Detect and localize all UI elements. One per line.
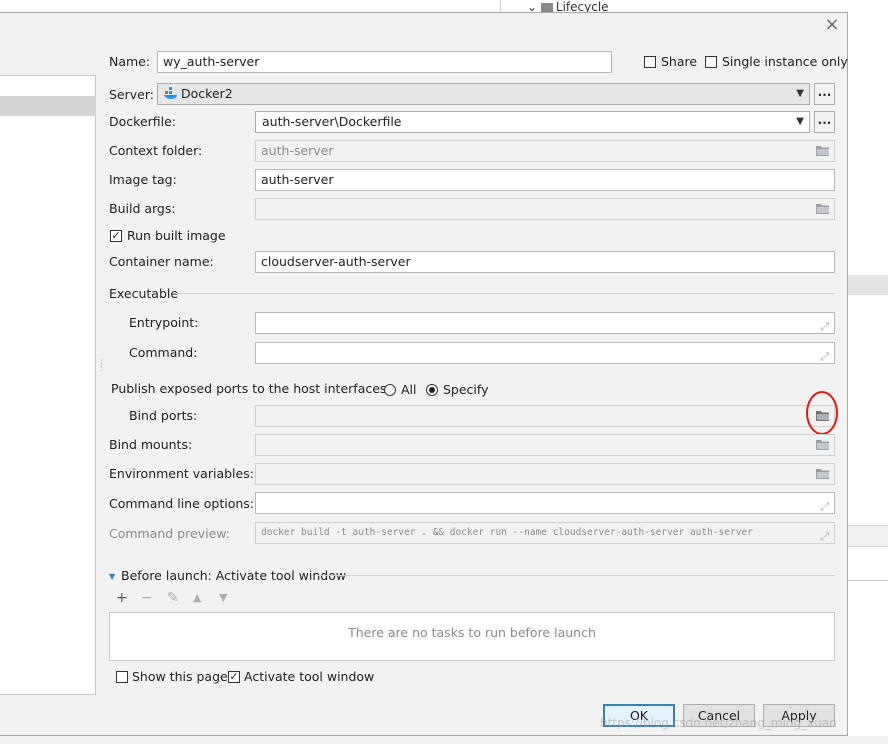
publish-all-label: All [401, 382, 417, 397]
name-input[interactable]: wy_auth-server [157, 51, 612, 73]
cmd-preview-value: docker build -t auth-server . && docker … [261, 527, 753, 538]
remove-icon[interactable]: − [141, 590, 153, 606]
add-icon[interactable]: + [116, 590, 128, 606]
build-args-input[interactable] [255, 198, 835, 220]
close-icon[interactable]: × [824, 16, 840, 34]
publish-ports-label: Publish exposed ports to the host interf… [111, 381, 391, 396]
entrypoint-input[interactable]: ⤢ [255, 312, 835, 334]
context-folder-input[interactable]: auth-server [255, 140, 835, 162]
dockerfile-value: auth-server\Dockerfile [262, 114, 402, 129]
publish-all-radio[interactable] [384, 384, 396, 396]
move-down-icon[interactable]: ▼ [219, 591, 227, 604]
publish-specify-radio[interactable] [426, 384, 438, 396]
chevron-down-icon: ▼ [796, 116, 804, 127]
before-launch-title[interactable]: Before launch: Activate tool window [121, 568, 346, 583]
command-input[interactable]: ⤢ [255, 342, 835, 364]
env-vars-label: Environment variables: [109, 466, 254, 481]
activate-tool-checkbox[interactable]: ✓ [228, 671, 240, 683]
env-vars-input[interactable] [255, 463, 835, 485]
cmd-options-input[interactable]: ⤢ [255, 492, 835, 514]
edit-icon[interactable]: ✎ [167, 590, 179, 606]
bind-ports-label: Bind ports: [129, 408, 198, 423]
cmd-preview-label: Command preview: [109, 526, 231, 541]
server-more-button[interactable]: ... [814, 83, 835, 105]
bind-mounts-input[interactable] [255, 434, 835, 456]
dockerfile-more-button[interactable]: ... [814, 111, 835, 133]
entrypoint-label: Entrypoint: [129, 315, 199, 330]
context-folder-value: auth-server [261, 143, 334, 158]
docker-icon [164, 85, 178, 105]
container-name-label: Container name: [109, 254, 214, 269]
container-name-input[interactable]: cloudserver-auth-server [255, 251, 835, 273]
activate-tool-label: Activate tool window [244, 669, 375, 684]
background-tree-item: ⌄ Lifecycle [527, 0, 609, 12]
dockerfile-combobox[interactable]: auth-server\Dockerfile ▼ [255, 111, 810, 133]
cmd-options-label: Command line options: [109, 496, 255, 511]
splitter-handle[interactable]: ⋮⋮ [97, 360, 106, 376]
server-value: Docker2 [181, 86, 233, 101]
build-args-label: Build args: [109, 201, 176, 216]
move-up-icon[interactable]: ▲ [193, 591, 201, 604]
chevron-down-icon: ▼ [796, 88, 804, 99]
run-built-image-label: Run built image [127, 228, 226, 243]
bind-mounts-label: Bind mounts: [109, 437, 193, 452]
single-instance-label: Single instance only [722, 54, 848, 69]
watermark: https://blog.csdn.net/zhang_ming_xuan [600, 716, 837, 730]
before-launch-task-list[interactable]: There are no tasks to run before launch [109, 612, 835, 661]
show-page-label: Show this page [132, 669, 228, 684]
background-bottom [0, 736, 888, 744]
expand-icon[interactable]: ⤢ [820, 317, 829, 333]
expand-icon[interactable]: ⤢ [820, 497, 829, 513]
collapse-triangle-icon[interactable]: ▼ [109, 572, 115, 581]
share-checkbox[interactable] [644, 56, 656, 68]
command-label: Command: [129, 345, 198, 360]
configuration-tree-selected-item[interactable] [0, 96, 96, 116]
background-line [848, 580, 888, 581]
cmd-preview-input[interactable]: docker build -t auth-server . && docker … [255, 522, 835, 544]
background-highlight-row [848, 275, 888, 295]
server-combobox[interactable]: Docker2 ▼ [157, 83, 810, 105]
single-instance-checkbox[interactable] [705, 56, 717, 68]
background-row [848, 525, 888, 547]
server-label: Server: [109, 87, 154, 102]
publish-specify-label: Specify [443, 382, 489, 397]
folder-icon[interactable] [816, 203, 830, 214]
before-launch-separator [318, 575, 835, 576]
show-page-checkbox[interactable] [116, 671, 128, 683]
image-tag-label: Image tag: [109, 172, 177, 187]
name-label: Name: [109, 54, 151, 69]
executable-section-title: Executable [109, 286, 179, 301]
share-label: Share [661, 54, 698, 69]
folder-icon[interactable] [816, 439, 830, 450]
background-ide [848, 0, 888, 744]
bind-ports-input[interactable] [255, 405, 835, 427]
executable-separator [176, 293, 835, 294]
expand-icon[interactable]: ⤢ [820, 347, 829, 363]
folder-icon[interactable] [816, 145, 830, 156]
image-tag-input[interactable]: auth-server [255, 169, 835, 191]
expand-icon[interactable]: ⤢ [816, 527, 829, 543]
configuration-tree-panel[interactable] [0, 75, 96, 695]
folder-icon[interactable] [816, 468, 830, 479]
annotation-red-circle [806, 391, 838, 435]
run-built-image-checkbox[interactable]: ✓ [110, 230, 122, 242]
dockerfile-label: Dockerfile: [109, 114, 177, 129]
context-folder-label: Context folder: [109, 143, 203, 158]
background-divider [500, 0, 501, 12]
